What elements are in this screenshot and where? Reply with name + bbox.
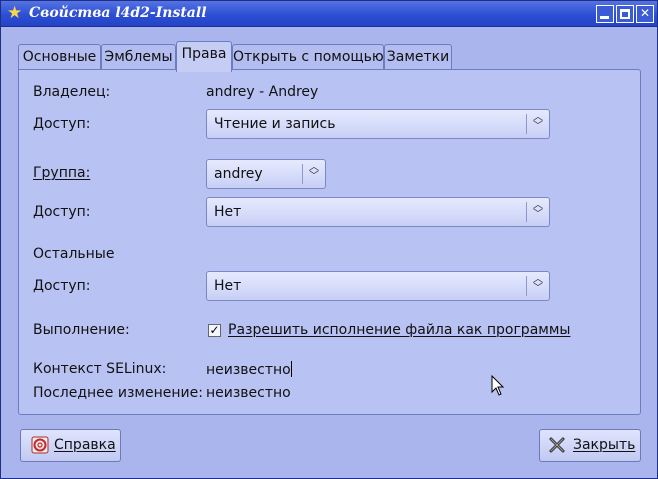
selinux-label: Контекст SELinux: — [33, 361, 167, 377]
close-button-label: Закрыть — [573, 437, 636, 453]
owner-access-select[interactable]: Чтение и запись ︿ ﹀ — [206, 109, 550, 139]
close-x-icon — [549, 437, 565, 453]
title-bar[interactable]: ★ Свойства l4d2-Install ✕ — [1, 1, 657, 27]
execute-checkbox-label[interactable]: Разрешить исполнение файла как программы — [228, 322, 570, 338]
window-title: Свойства l4d2-Install — [29, 5, 207, 21]
checkmark-icon: ✓ — [209, 323, 220, 337]
group-access-select[interactable]: Нет ︿ ﹀ — [206, 197, 550, 227]
tab-basic[interactable]: Основные — [18, 44, 101, 71]
minimize-icon — [600, 16, 609, 19]
owner-value: andrey - Andrey — [206, 84, 319, 100]
tab-emblems[interactable]: Эмблемы — [101, 44, 176, 71]
execute-checkbox[interactable]: ✓ — [208, 324, 221, 337]
close-window-button[interactable]: ✕ — [636, 5, 654, 23]
selinux-value-container[interactable]: неизвестно — [206, 361, 292, 378]
combo-separator — [526, 114, 527, 134]
mouse-pointer-icon — [491, 375, 505, 396]
tab-notes[interactable]: Заметки — [384, 44, 452, 71]
star-icon: ★ — [7, 3, 23, 23]
maximize-icon — [620, 9, 630, 19]
close-icon: ✕ — [639, 6, 651, 20]
properties-window: ★ Свойства l4d2-Install ✕ Основные Эмбле… — [0, 0, 658, 479]
combo-separator — [302, 164, 303, 184]
owner-access-value: Чтение и запись — [214, 116, 336, 132]
text-caret — [290, 361, 292, 377]
others-label: Остальные — [33, 246, 115, 262]
updown-arrows-icon: ︿ ﹀ — [533, 274, 543, 294]
execute-label: Выполнение: — [33, 322, 130, 338]
tab-open-with[interactable]: Открыть с помощью — [232, 44, 384, 71]
combo-separator — [526, 202, 527, 222]
help-button[interactable]: Справка — [20, 429, 121, 462]
selinux-value[interactable]: неизвестно — [206, 362, 291, 378]
help-button-label: Справка — [54, 437, 116, 453]
combo-separator — [526, 276, 527, 296]
tab-permissions[interactable]: Права — [176, 41, 232, 72]
group-label: Группа: — [33, 165, 91, 181]
maximize-button[interactable] — [616, 5, 634, 23]
minimize-button[interactable] — [596, 5, 614, 23]
others-access-select[interactable]: Нет ︿ ﹀ — [206, 271, 550, 301]
updown-arrows-icon: ︿ ﹀ — [533, 200, 543, 220]
group-access-label: Доступ: — [33, 204, 91, 220]
group-value: andrey — [214, 166, 263, 182]
group-select[interactable]: andrey ︿ ﹀ — [206, 159, 326, 189]
updown-arrows-icon: ︿ ﹀ — [533, 112, 543, 132]
close-button[interactable]: Закрыть — [539, 429, 641, 462]
owner-access-label: Доступ: — [33, 116, 91, 132]
owner-label: Владелец: — [33, 84, 111, 100]
modified-value: неизвестно — [206, 385, 291, 401]
updown-arrows-icon: ︿ ﹀ — [309, 162, 319, 182]
others-access-value: Нет — [214, 278, 242, 294]
group-access-value: Нет — [214, 204, 242, 220]
help-lifebuoy-icon — [31, 436, 49, 454]
modified-label: Последнее изменение: — [33, 385, 203, 401]
others-access-label: Доступ: — [33, 278, 91, 294]
